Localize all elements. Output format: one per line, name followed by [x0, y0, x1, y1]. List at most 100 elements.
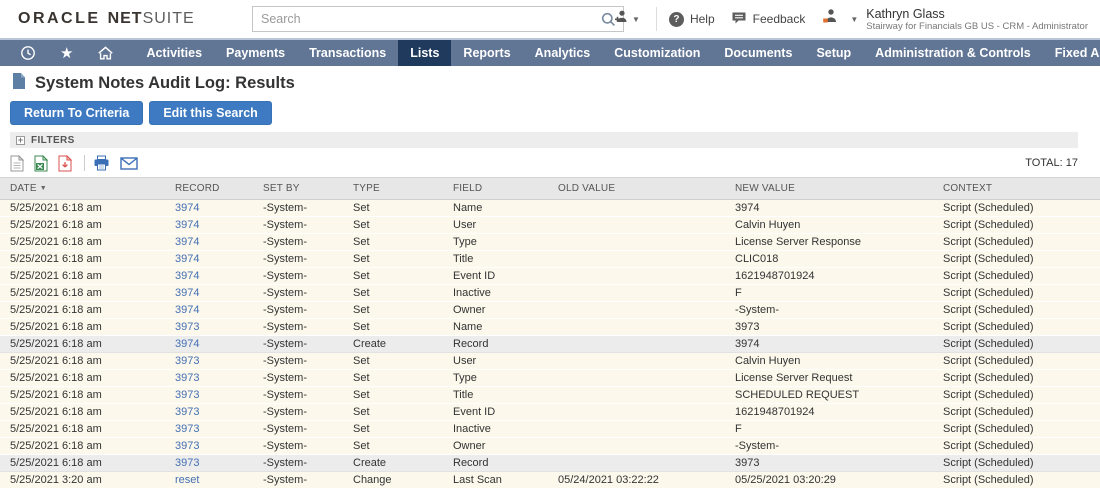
print-icon[interactable]: [93, 155, 110, 171]
table-row: 5/25/2021 6:18 am3973-System-CreateRecor…: [0, 455, 1100, 472]
cell-context: Script (Scheduled): [935, 370, 1100, 387]
oracle-logo-text: ORACLE: [18, 10, 101, 27]
nav-items: ActivitiesPaymentsTransactionsListsRepor…: [134, 40, 1100, 66]
recent-records-icon[interactable]: [0, 40, 48, 66]
record-link[interactable]: 3973: [175, 372, 199, 384]
nav-item-payments[interactable]: Payments: [214, 40, 297, 66]
cell-set-by: -System-: [255, 268, 345, 285]
record-link[interactable]: 3974: [175, 219, 199, 231]
email-icon[interactable]: [120, 157, 138, 170]
record-link[interactable]: 3973: [175, 355, 199, 367]
record-link[interactable]: 3974: [175, 304, 199, 316]
cell-new-value: SCHEDULED REQUEST: [727, 387, 935, 404]
cell-new-value: 05/25/2021 03:20:29: [727, 472, 935, 489]
cell-date: 5/25/2021 6:18 am: [0, 455, 167, 472]
search-input[interactable]: [253, 7, 601, 31]
record-link[interactable]: 3973: [175, 423, 199, 435]
home-icon[interactable]: [85, 40, 126, 66]
record-link[interactable]: 3973: [175, 457, 199, 469]
cell-old-value: [550, 370, 727, 387]
nav-item-analytics[interactable]: Analytics: [523, 40, 603, 66]
netsuite-logo[interactable]: ORACLENETSUITE: [18, 10, 195, 28]
record-link[interactable]: 3973: [175, 321, 199, 333]
column-header-set-by[interactable]: SET BY: [255, 178, 345, 200]
cell-type: Set: [345, 319, 445, 336]
user-name: Kathryn Glass: [866, 7, 1088, 21]
record-link[interactable]: 3974: [175, 202, 199, 214]
nav-item-setup[interactable]: Setup: [804, 40, 863, 66]
record-link[interactable]: 3973: [175, 389, 199, 401]
cell-set-by: -System-: [255, 302, 345, 319]
record-link[interactable]: 3974: [175, 270, 199, 282]
cell-context: Script (Scheduled): [935, 353, 1100, 370]
record-link[interactable]: 3974: [175, 236, 199, 248]
help-button[interactable]: ? Help: [669, 12, 715, 27]
cell-set-by: -System-: [255, 251, 345, 268]
nav-item-fixed-assets[interactable]: Fixed Assets: [1043, 40, 1100, 66]
cell-type: Set: [345, 234, 445, 251]
toolbar-divider: [84, 155, 85, 171]
cell-date: 5/25/2021 6:18 am: [0, 234, 167, 251]
nav-item-lists[interactable]: Lists: [398, 40, 451, 66]
cell-old-value: [550, 234, 727, 251]
cell-type: Change: [345, 472, 445, 489]
feedback-button[interactable]: Feedback: [731, 10, 806, 28]
cell-set-by: -System-: [255, 472, 345, 489]
shortcuts-star-icon[interactable]: ★: [48, 40, 85, 66]
cell-set-by: -System-: [255, 234, 345, 251]
cell-date: 5/25/2021 6:18 am: [0, 370, 167, 387]
cell-context: Script (Scheduled): [935, 217, 1100, 234]
cell-type: Create: [345, 455, 445, 472]
cell-record: 3974: [167, 285, 255, 302]
column-header-type[interactable]: TYPE: [345, 178, 445, 200]
column-header-new-value[interactable]: NEW VALUE: [727, 178, 935, 200]
cell-context: Script (Scheduled): [935, 200, 1100, 217]
record-link[interactable]: 3974: [175, 253, 199, 265]
cell-field: Name: [445, 319, 550, 336]
column-header-context[interactable]: CONTEXT: [935, 178, 1100, 200]
column-header-field[interactable]: FIELD: [445, 178, 550, 200]
cell-set-by: -System-: [255, 200, 345, 217]
page-content: System Notes Audit Log: Results Return T…: [0, 73, 1100, 489]
nav-item-documents[interactable]: Documents: [712, 40, 804, 66]
cell-context: Script (Scheduled): [935, 472, 1100, 489]
cell-date: 5/25/2021 3:20 am: [0, 472, 167, 489]
export-csv-icon[interactable]: [10, 155, 24, 172]
nav-item-customization[interactable]: Customization: [602, 40, 712, 66]
cell-context: Script (Scheduled): [935, 455, 1100, 472]
export-excel-icon[interactable]: [34, 155, 48, 172]
cell-record: 3973: [167, 370, 255, 387]
user-menu[interactable]: ▼ Kathryn Glass Stairway for Financials …: [821, 7, 1088, 32]
record-link[interactable]: 3974: [175, 287, 199, 299]
total-count: TOTAL: 17: [1025, 157, 1078, 169]
record-link[interactable]: 3973: [175, 406, 199, 418]
export-pdf-icon[interactable]: [58, 155, 72, 172]
expand-plus-icon[interactable]: +: [16, 136, 25, 145]
cell-field: Last Scan: [445, 472, 550, 489]
filters-expander[interactable]: + FILTERS: [10, 132, 1078, 148]
cell-old-value: [550, 421, 727, 438]
nav-item-reports[interactable]: Reports: [451, 40, 522, 66]
edit-this-search-button[interactable]: Edit this Search: [149, 101, 271, 125]
return-to-criteria-button[interactable]: Return To Criteria: [10, 101, 143, 125]
cell-type: Set: [345, 251, 445, 268]
record-link[interactable]: reset: [175, 474, 199, 486]
nav-item-administration-controls[interactable]: Administration & Controls: [863, 40, 1043, 66]
cell-date: 5/25/2021 6:18 am: [0, 387, 167, 404]
table-header-row: DATE▼ RECORD SET BY TYPE FIELD OLD VALUE…: [0, 178, 1100, 200]
cell-field: Inactive: [445, 421, 550, 438]
cell-context: Script (Scheduled): [935, 336, 1100, 353]
column-header-record[interactable]: RECORD: [167, 178, 255, 200]
record-link[interactable]: 3974: [175, 338, 199, 350]
nav-item-transactions[interactable]: Transactions: [297, 40, 398, 66]
quick-add-button[interactable]: ▼: [613, 9, 640, 30]
user-avatar-icon: [821, 8, 839, 30]
table-row: 5/25/2021 6:18 am3973-System-SetInactive…: [0, 421, 1100, 438]
global-search[interactable]: [252, 6, 624, 32]
cell-old-value: [550, 438, 727, 455]
column-header-old-value[interactable]: OLD VALUE: [550, 178, 727, 200]
nav-item-activities[interactable]: Activities: [134, 40, 214, 66]
column-header-date[interactable]: DATE▼: [0, 178, 167, 200]
cell-date: 5/25/2021 6:18 am: [0, 251, 167, 268]
record-link[interactable]: 3973: [175, 440, 199, 452]
